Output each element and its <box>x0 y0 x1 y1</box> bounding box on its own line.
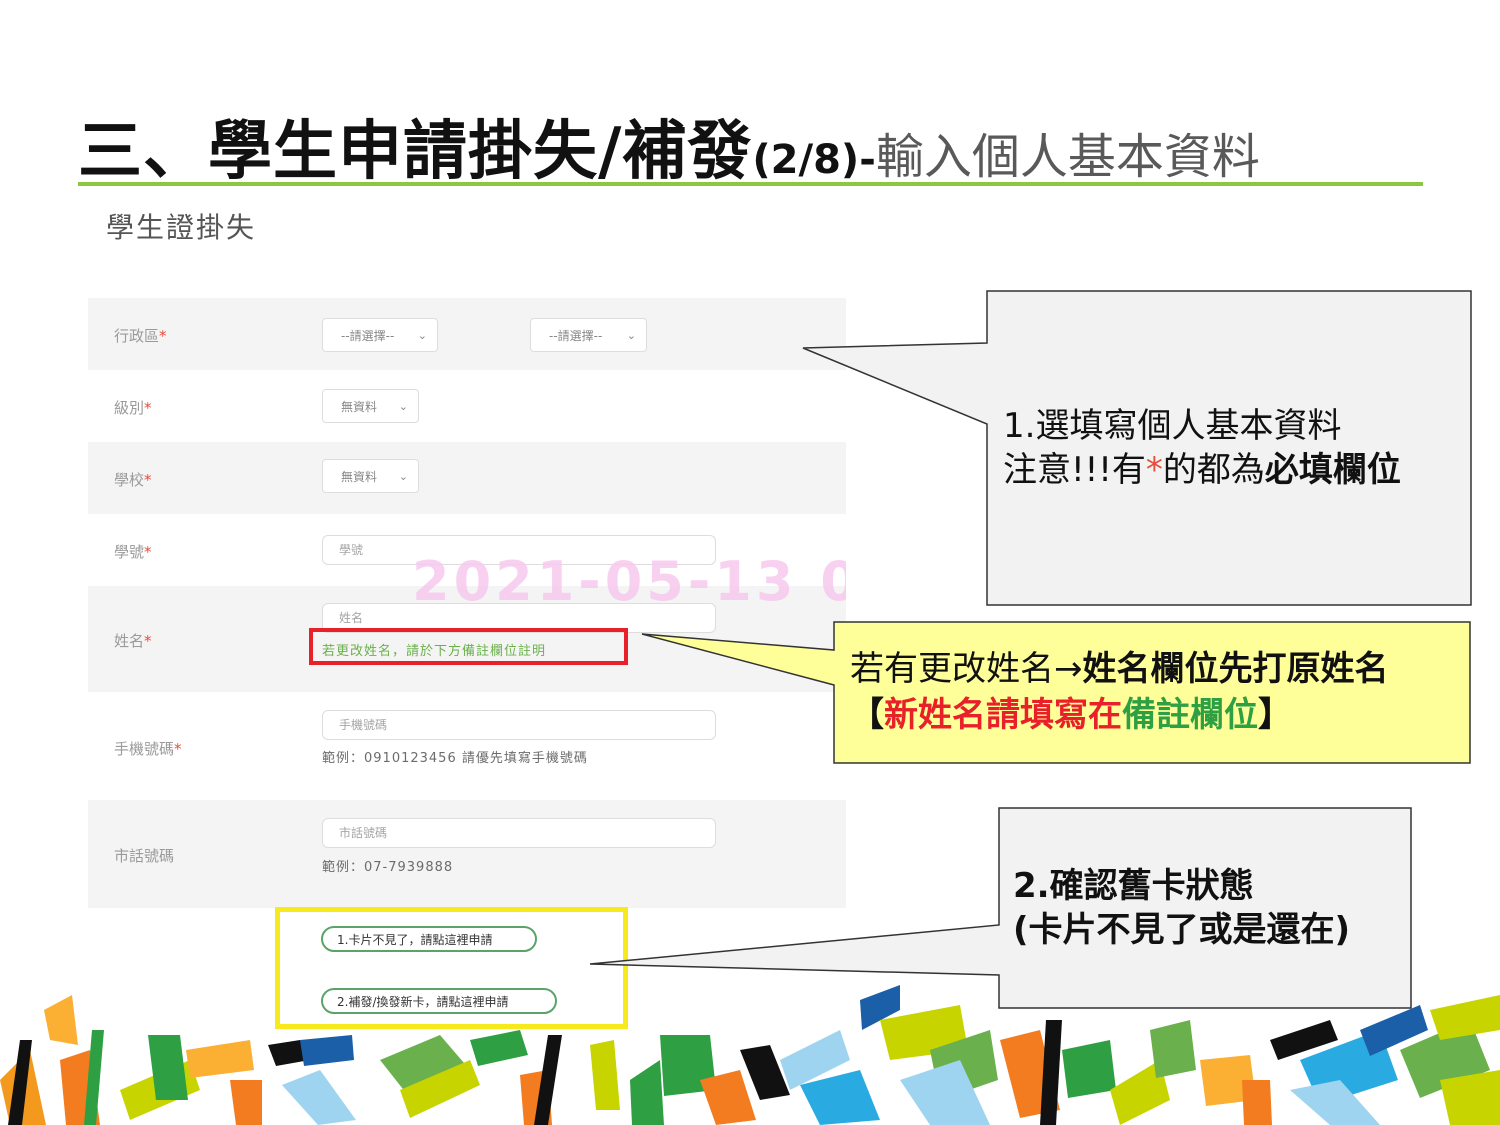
callout-text-1: 1.選填寫個人基本資料 注意!!!有*的都為必填欄位 <box>1003 406 1401 490</box>
decorative-footer <box>0 985 1500 1125</box>
footer-stripes <box>0 985 1500 1125</box>
callout-text-2: 若有更改姓名→姓名欄位先打原姓名 【新姓名請填寫在備註欄位】 <box>850 649 1389 735</box>
callout-text-3: 2.確認舊卡狀態 (卡片不見了或是還在) <box>1013 866 1351 950</box>
callout-shapes <box>589 290 1472 1009</box>
